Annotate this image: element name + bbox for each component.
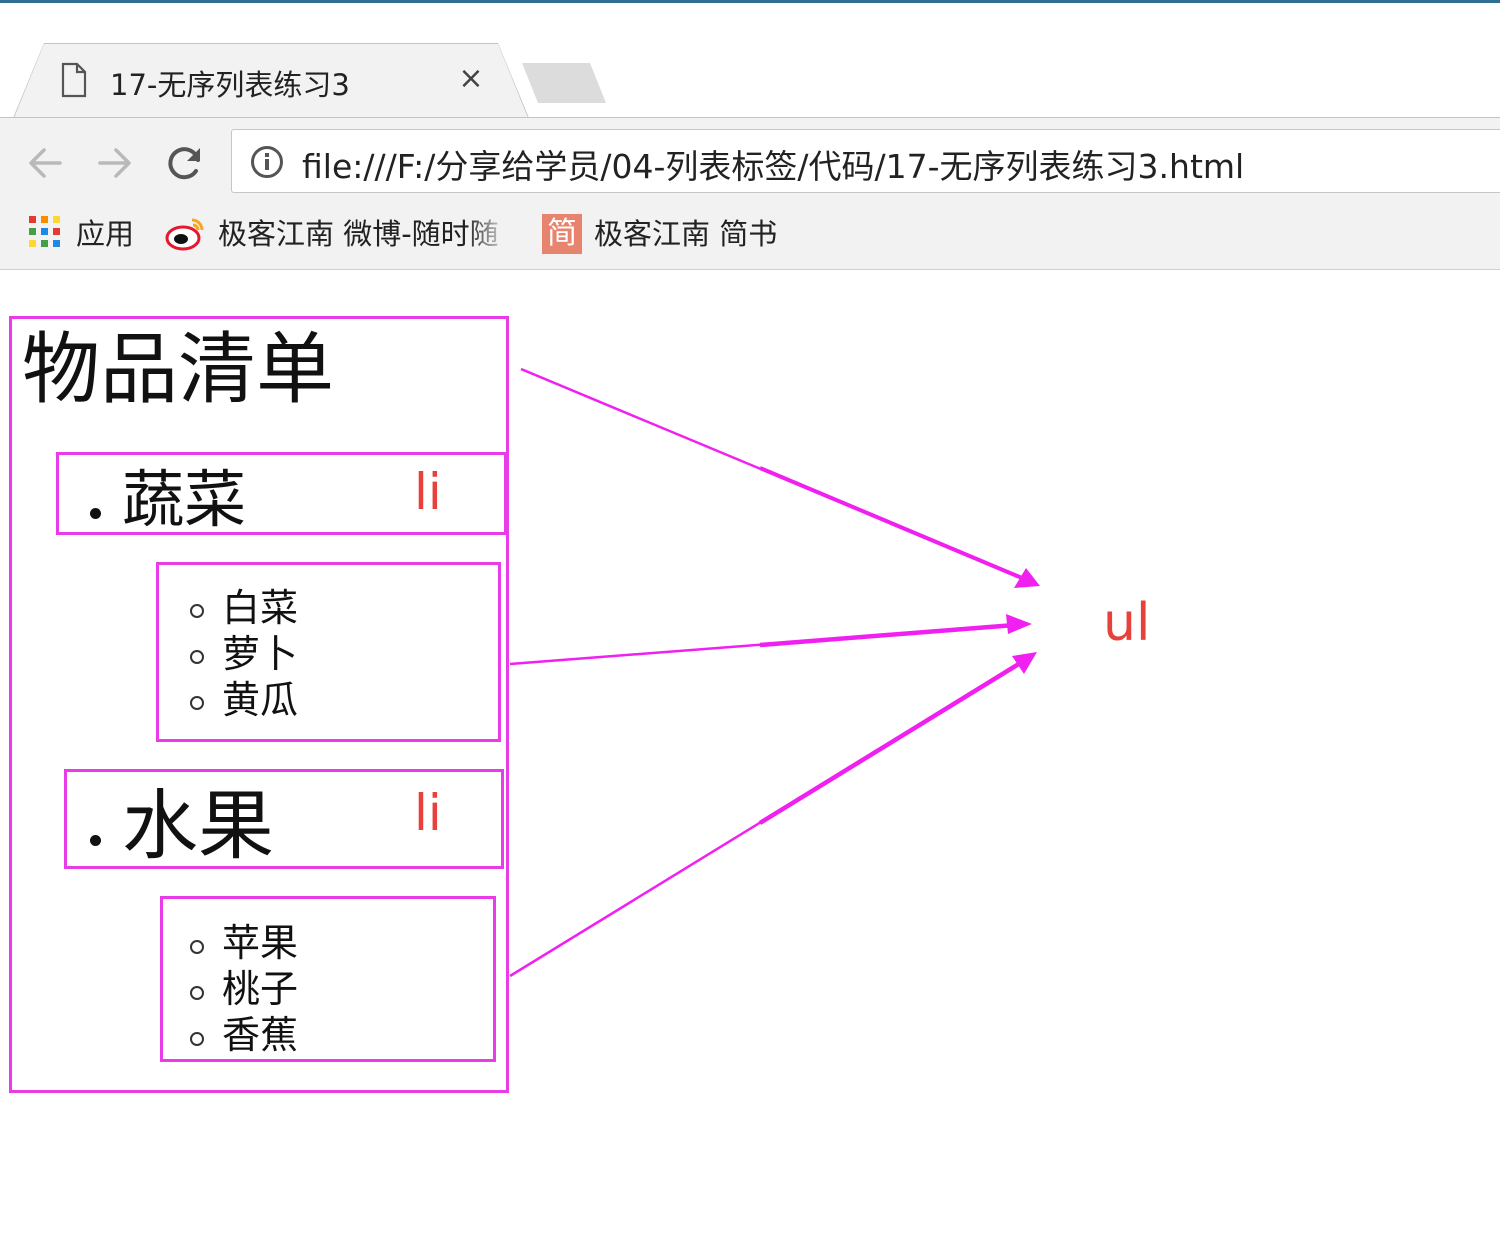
arrow-to-ul bbox=[759, 466, 1023, 580]
arrow-to-ul bbox=[759, 622, 1016, 648]
arrowhead bbox=[1006, 614, 1032, 634]
arrow-to-ul bbox=[758, 660, 1024, 825]
annotation-arrows bbox=[509, 367, 1040, 978]
ul-annotation: ul bbox=[1103, 593, 1151, 653]
arrowhead bbox=[1012, 652, 1037, 674]
